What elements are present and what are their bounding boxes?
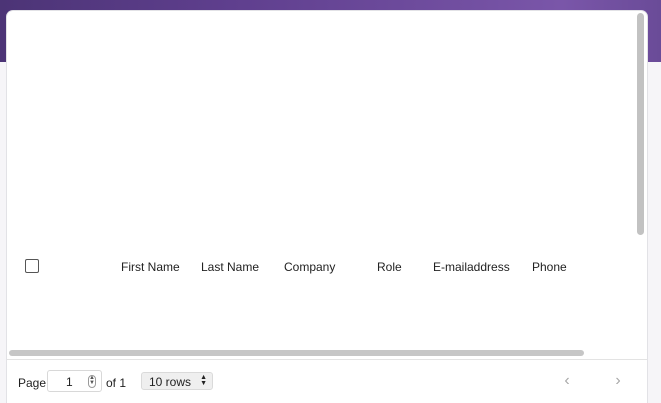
chevron-left-icon: ‹ [564, 372, 570, 389]
next-page-button[interactable]: › [608, 371, 628, 391]
pagination-bar: Page 1 ▲ ▼ of 1 10 rows ▲ ▼ ‹ › [7, 359, 647, 403]
column-header-first-name[interactable]: First Name [121, 260, 180, 274]
column-header-phone[interactable]: Phone [532, 260, 567, 274]
page-stepper[interactable]: ▲ ▼ [88, 375, 96, 388]
select-arrows-icon: ▲ ▼ [200, 374, 207, 387]
column-header-company[interactable]: Company [284, 260, 335, 274]
horizontal-scrollbar[interactable] [9, 350, 584, 356]
data-table-card: First Name Last Name Company Role E-mail… [7, 11, 647, 403]
previous-page-button[interactable]: ‹ [557, 371, 577, 391]
vertical-scrollbar[interactable] [637, 13, 644, 235]
page-number-value: 1 [66, 375, 73, 389]
column-header-last-name[interactable]: Last Name [201, 260, 259, 274]
stepper-down-icon[interactable]: ▼ [89, 380, 95, 386]
chevron-right-icon: › [615, 372, 621, 389]
table-header-row: First Name Last Name Company Role E-mail… [7, 251, 627, 283]
page-label: Page [18, 376, 47, 390]
column-header-role[interactable]: Role [377, 260, 402, 274]
column-header-email[interactable]: E-mailaddress [433, 260, 510, 274]
rows-per-page-select[interactable]: 10 rows ▲ ▼ [141, 372, 213, 390]
rows-per-page-value: 10 rows [149, 375, 192, 389]
page-number-input[interactable]: 1 ▲ ▼ [47, 370, 102, 392]
select-all-checkbox[interactable] [25, 259, 39, 273]
page-count-label: of 1 [106, 376, 127, 390]
